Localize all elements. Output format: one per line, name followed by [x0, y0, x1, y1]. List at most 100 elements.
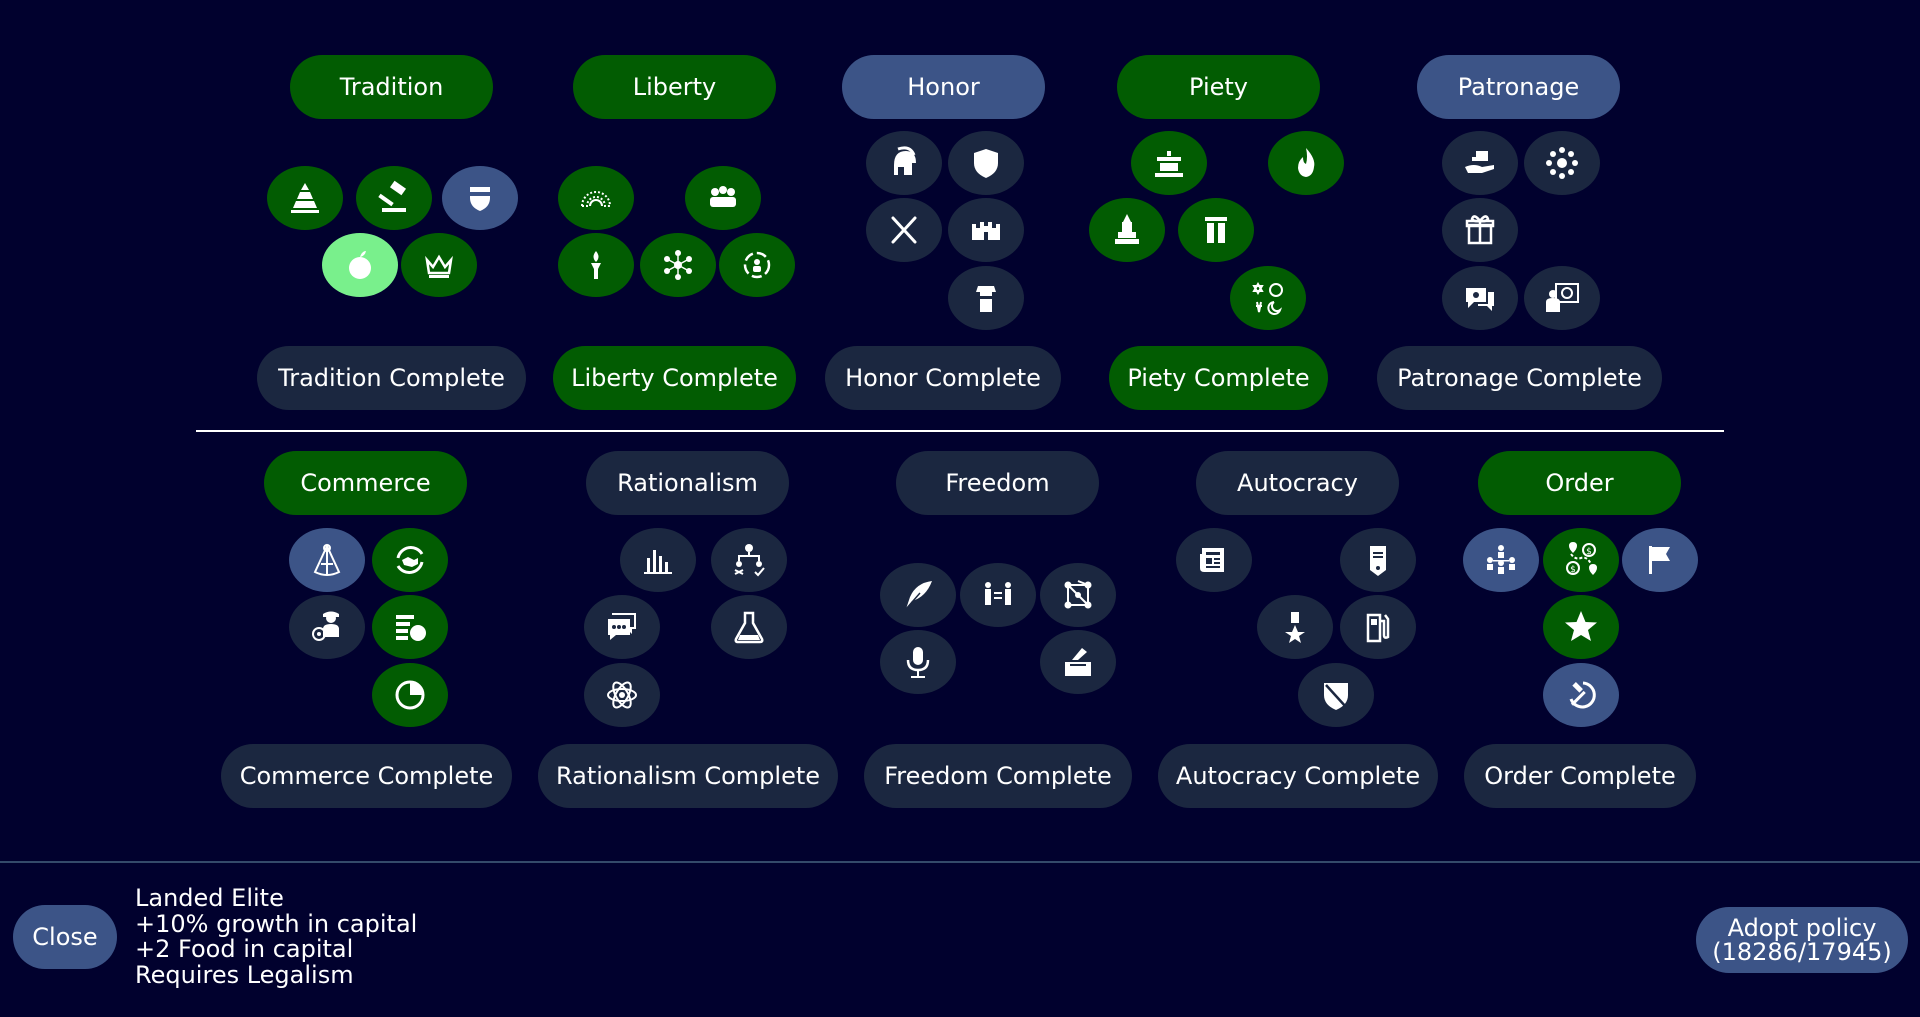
liberty-complete-button[interactable]: Liberty Complete [553, 346, 796, 410]
policy-tradition-monarchy[interactable] [401, 233, 477, 297]
decision-tree-icon [734, 544, 765, 577]
medal-icon [1285, 612, 1305, 643]
policy-liberty-representation[interactable] [640, 233, 716, 297]
policy-description: Landed Elite +10% growth in capital +2 F… [135, 884, 417, 989]
policy-piety-mandate-of-heaven[interactable] [1268, 131, 1344, 195]
branch-rationalism-button[interactable]: Rationalism [586, 451, 789, 515]
policy-autocracy-police-state[interactable] [1298, 663, 1374, 727]
altar-icon [1155, 151, 1183, 177]
giving-hand-icon [1465, 151, 1494, 173]
policy-commerce-protectionism[interactable] [372, 663, 448, 727]
policy-autocracy-mobilization[interactable] [1340, 595, 1416, 659]
policy-effect: +2 Food in capital [135, 935, 354, 963]
commerce-complete-button[interactable]: Commerce Complete [221, 744, 512, 808]
policy-piety-organized-religion[interactable] [1131, 131, 1207, 195]
policy-commerce-trade-pact[interactable] [372, 528, 448, 592]
policy-tradition-legalism[interactable] [356, 166, 432, 230]
policy-liberty-citizenship[interactable] [558, 233, 634, 297]
cycle-people-icon [743, 251, 771, 279]
close-button[interactable]: Close [13, 905, 117, 969]
handshake-cycle-icon [396, 546, 424, 574]
adopt-policy-button[interactable]: Adopt policy (18286/17945) [1696, 907, 1908, 973]
autocracy-complete-button[interactable]: Autocracy Complete [1158, 744, 1438, 808]
policy-liberty-republic[interactable] [558, 166, 634, 230]
policy-freedom-constitution[interactable] [880, 563, 956, 627]
policy-autocracy-elite-forces[interactable] [1257, 595, 1333, 659]
spartan-helmet-icon [894, 146, 916, 175]
pie-chart-icon [395, 680, 425, 710]
policy-order-planned-economy[interactable]: $ $ [1543, 528, 1619, 592]
epaulette-icon [1370, 546, 1386, 576]
branch-order-button[interactable]: Order [1478, 451, 1681, 515]
policy-order-communism[interactable] [1543, 663, 1619, 727]
policy-autocracy-populism[interactable] [1176, 528, 1252, 592]
policy-rationalism-sovereignty[interactable] [584, 595, 660, 659]
piety-complete-button[interactable]: Piety Complete [1109, 346, 1328, 410]
religion-symbols-icon [1252, 281, 1283, 315]
order-complete-button[interactable]: Order Complete [1464, 744, 1696, 808]
policy-tradition-aristocracy[interactable] [442, 166, 518, 230]
policy-order-socialism[interactable] [1543, 595, 1619, 659]
policy-patronage-consulates[interactable] [1524, 131, 1600, 195]
equality-icon [985, 582, 1011, 605]
policy-autocracy-militarism[interactable] [1340, 528, 1416, 592]
chat-icon [608, 613, 636, 640]
policy-freedom-free-speech[interactable] [880, 630, 956, 694]
gavel-icon [378, 180, 407, 212]
policy-patronage-merchant-confederacy[interactable] [1524, 266, 1600, 330]
policy-honor-discipline[interactable] [948, 131, 1024, 195]
policy-piety-free-religion[interactable] [1230, 266, 1306, 330]
policy-piety-theocracy[interactable] [1089, 198, 1165, 262]
policy-order-nationalism[interactable] [1622, 528, 1698, 592]
policy-honor-warrior-code[interactable] [866, 131, 942, 195]
svg-text:$: $ [1570, 565, 1576, 575]
policy-piety-reformation[interactable] [1178, 198, 1254, 262]
policy-freedom-democracy[interactable] [1040, 630, 1116, 694]
branch-tradition-button[interactable]: Tradition [290, 55, 493, 119]
policy-patronage-cultural-diplomacy[interactable] [1442, 266, 1518, 330]
shield-slash-icon [1324, 683, 1348, 710]
policy-honor-military-caste[interactable] [948, 198, 1024, 262]
policy-commerce-mercantilism[interactable] [372, 595, 448, 659]
rationalism-complete-button[interactable]: Rationalism Complete [538, 744, 838, 808]
policy-honor-military-tradition[interactable] [866, 198, 942, 262]
patronage-complete-button[interactable]: Patronage Complete [1377, 346, 1662, 410]
policy-commerce-merchant-navy[interactable] [289, 595, 365, 659]
quill-icon [905, 581, 932, 610]
torch-icon [591, 251, 601, 279]
branch-piety-button[interactable]: Piety [1117, 55, 1320, 119]
policy-name: Landed Elite [135, 884, 284, 912]
flag-icon [1649, 546, 1670, 574]
branch-liberty-button[interactable]: Liberty [573, 55, 776, 119]
flame-icon [1298, 148, 1315, 177]
freedom-complete-button[interactable]: Freedom Complete [864, 744, 1132, 808]
policy-commerce-navigation[interactable] [289, 528, 365, 592]
policy-rationalism-statistics[interactable] [620, 528, 696, 592]
tradition-complete-button[interactable]: Tradition Complete [257, 346, 526, 410]
policy-freedom-civil-society[interactable] [1040, 563, 1116, 627]
branch-honor-button[interactable]: Honor [842, 55, 1045, 119]
policy-patronage-philanthropy[interactable] [1442, 131, 1518, 195]
policy-freedom-universal-suffrage[interactable] [960, 563, 1036, 627]
scientist-board-icon [1546, 283, 1579, 312]
policy-rationalism-secularism[interactable] [584, 663, 660, 727]
policy-order-united-front[interactable] [1463, 528, 1539, 592]
policy-patronage-scholasticism[interactable] [1442, 198, 1518, 262]
policy-requirement: Requires Legalism [135, 960, 354, 989]
crossed-swords-icon [891, 216, 917, 244]
honor-complete-button[interactable]: Honor Complete [825, 346, 1061, 410]
policy-rationalism-humanism[interactable] [711, 595, 787, 659]
policy-rationalism-scientific-method[interactable] [711, 528, 787, 592]
policy-honor-professional-army[interactable] [948, 266, 1024, 330]
policy-liberty-collective-rule[interactable] [685, 166, 761, 230]
branch-commerce-button[interactable]: Commerce [264, 451, 467, 515]
branch-freedom-button[interactable]: Freedom [896, 451, 1099, 515]
policy-liberty-meritocracy[interactable] [719, 233, 795, 297]
people-group-icon [710, 186, 736, 207]
branch-autocracy-button[interactable]: Autocracy [1196, 451, 1399, 515]
hammer-sickle-icon [1569, 681, 1596, 709]
connected-nodes-icon [1064, 580, 1092, 609]
policy-landed-elite[interactable] [322, 233, 398, 297]
policy-tradition-pyramid[interactable] [267, 166, 343, 230]
branch-patronage-button[interactable]: Patronage [1417, 55, 1620, 119]
